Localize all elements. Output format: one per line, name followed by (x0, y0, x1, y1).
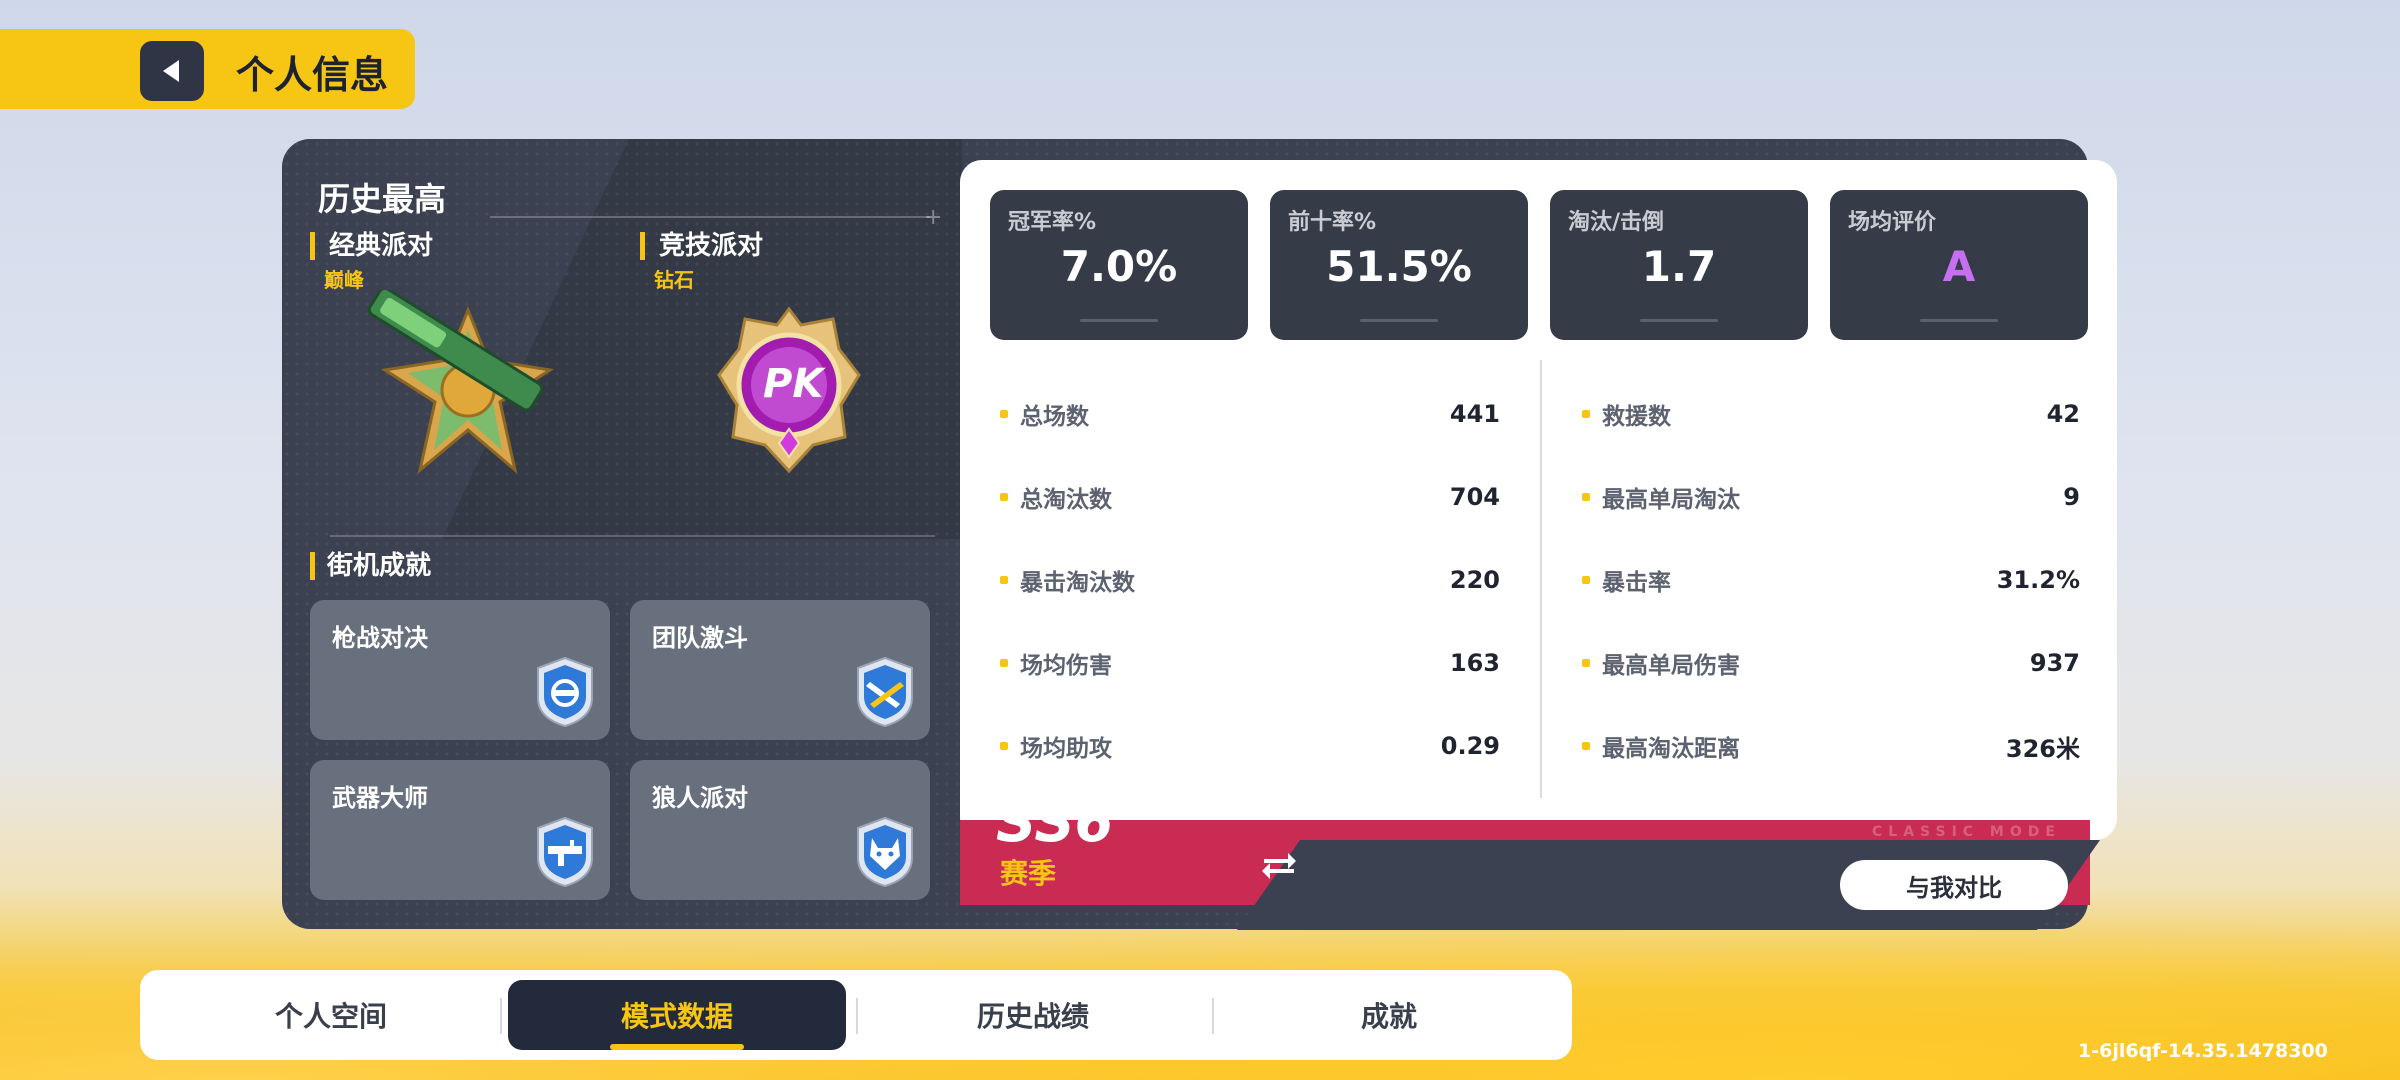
stat-value: 704 (1449, 483, 1500, 511)
stat-row: 暴击率 31.2% (1582, 560, 2080, 600)
stat-key: 暴击率 (1602, 570, 1671, 596)
stat-row: 场均助攻 0.29 (1000, 726, 1500, 766)
decorative-plus: + (924, 205, 943, 230)
season-code: SS6 (996, 790, 1114, 855)
arcade-card-team-fight[interactable]: 团队激斗 (630, 600, 930, 740)
tab-match-history[interactable]: 历史战绩 (864, 980, 1202, 1050)
tab-mode-data[interactable]: 模式数据 (508, 980, 846, 1050)
werewolf-party-badge-icon (857, 816, 913, 888)
mode-name: 经典派对 (310, 232, 433, 260)
arcade-card-gun-duel[interactable]: 枪战对决 (310, 600, 610, 740)
tab-personal-space[interactable]: 个人空间 (162, 980, 500, 1050)
stat-card-label: 淘汰/击倒 (1568, 210, 1665, 235)
stat-value: 42 (2046, 400, 2080, 428)
stat-key: 暴击淘汰数 (1020, 570, 1135, 596)
bottom-tab-bar: 个人空间 模式数据 历史战绩 成就 (140, 970, 1572, 1060)
stat-key: 最高淘汰距离 (1602, 736, 1740, 762)
team-fight-badge-icon (857, 656, 913, 728)
arcade-card-werewolf-party[interactable]: 狼人派对 (630, 760, 930, 900)
season-watermark: CLASSIC MODE (1872, 824, 2061, 840)
mode-rank: 巅峰 (324, 268, 364, 292)
back-arrow-icon (163, 60, 179, 82)
page-title: 个人信息 (236, 53, 389, 97)
version-string: 1-6jl6qf-14.35.1478300 (2078, 1040, 2328, 1062)
stat-key: 最高单局伤害 (1602, 653, 1740, 679)
stat-key: 场均伤害 (1020, 653, 1112, 679)
stat-value: 937 (2029, 649, 2080, 677)
mode-rank: 钻石 (654, 268, 694, 292)
stat-row: 暴击淘汰数 220 (1000, 560, 1500, 600)
stat-key: 最高单局淘汰 (1602, 487, 1740, 513)
stat-value: 0.29 (1440, 732, 1500, 760)
stat-row: 救援数 42 (1582, 394, 2080, 434)
stat-key: 救援数 (1602, 404, 1671, 430)
arcade-card-name: 狼人派对 (652, 784, 748, 812)
stat-value: 441 (1449, 400, 1500, 428)
history-best-title: 历史最高 (318, 180, 447, 218)
stat-row: 总淘汰数 704 (1000, 477, 1500, 517)
arcade-card-weapon-master[interactable]: 武器大师 (310, 760, 610, 900)
back-button[interactable] (140, 41, 204, 101)
stat-card-label: 场均评价 (1848, 210, 1937, 235)
stat-key: 总淘汰数 (1020, 487, 1112, 513)
svg-text:PK: PK (763, 361, 826, 407)
stat-card-win-rate: 冠军率% 7.0% (990, 190, 1248, 340)
stat-value: 220 (1449, 566, 1500, 594)
arcade-card-name: 团队激斗 (652, 624, 748, 652)
stat-row: 场均伤害 163 (1000, 643, 1500, 683)
stat-card-top10-rate: 前十率% 51.5% (1270, 190, 1528, 340)
stat-key: 场均助攻 (1020, 736, 1112, 762)
stat-card-avg-rating: 场均评价 A (1830, 190, 2088, 340)
arcade-achievements-title: 街机成就 (310, 552, 431, 580)
stat-card-value: 7.0% (1060, 242, 1178, 291)
gun-duel-badge-icon (537, 656, 593, 728)
mode-competitive[interactable]: 竞技派对 钻石 (640, 232, 763, 293)
diamond-pk-emblem-icon: PK (717, 306, 861, 474)
season-label: 赛季 (1000, 857, 1057, 890)
section-divider (330, 535, 935, 537)
stats-divider (1540, 360, 1542, 798)
stat-card-elim-knock: 淘汰/击倒 1.7 (1550, 190, 1808, 340)
stat-row: 最高单局淘汰 9 (1582, 477, 2080, 517)
stat-row: 总场数 441 (1000, 394, 1500, 434)
stat-value: 31.2% (1996, 566, 2080, 594)
peak-rank-emblem-icon (367, 290, 555, 475)
stat-card-value: 51.5% (1326, 242, 1472, 291)
stat-card-label: 前十率% (1288, 210, 1377, 235)
mode-classic[interactable]: 经典派对 巅峰 (310, 232, 433, 293)
stat-card-value: 1.7 (1641, 242, 1717, 291)
stat-row: 最高单局伤害 937 (1582, 643, 2080, 683)
arcade-card-name: 枪战对决 (332, 624, 428, 652)
stat-card-label: 冠军率% (1008, 210, 1097, 235)
compare-with-me-button[interactable]: 与我对比 (1840, 860, 2068, 910)
arcade-card-name: 武器大师 (332, 784, 428, 812)
stat-card-value: A (1942, 242, 1976, 291)
stat-value: 9 (2063, 483, 2080, 511)
swap-season-icon[interactable] (1262, 850, 1296, 880)
stat-row: 最高淘汰距离 326米 (1582, 726, 2080, 766)
stat-key: 总场数 (1020, 404, 1089, 430)
mode-name: 竞技派对 (640, 232, 763, 260)
stat-value: 163 (1449, 649, 1500, 677)
stat-value: 326米 (2005, 734, 2080, 763)
weapon-master-badge-icon (537, 816, 593, 888)
tab-achievements[interactable]: 成就 (1220, 980, 1558, 1050)
decorative-line (490, 216, 930, 218)
